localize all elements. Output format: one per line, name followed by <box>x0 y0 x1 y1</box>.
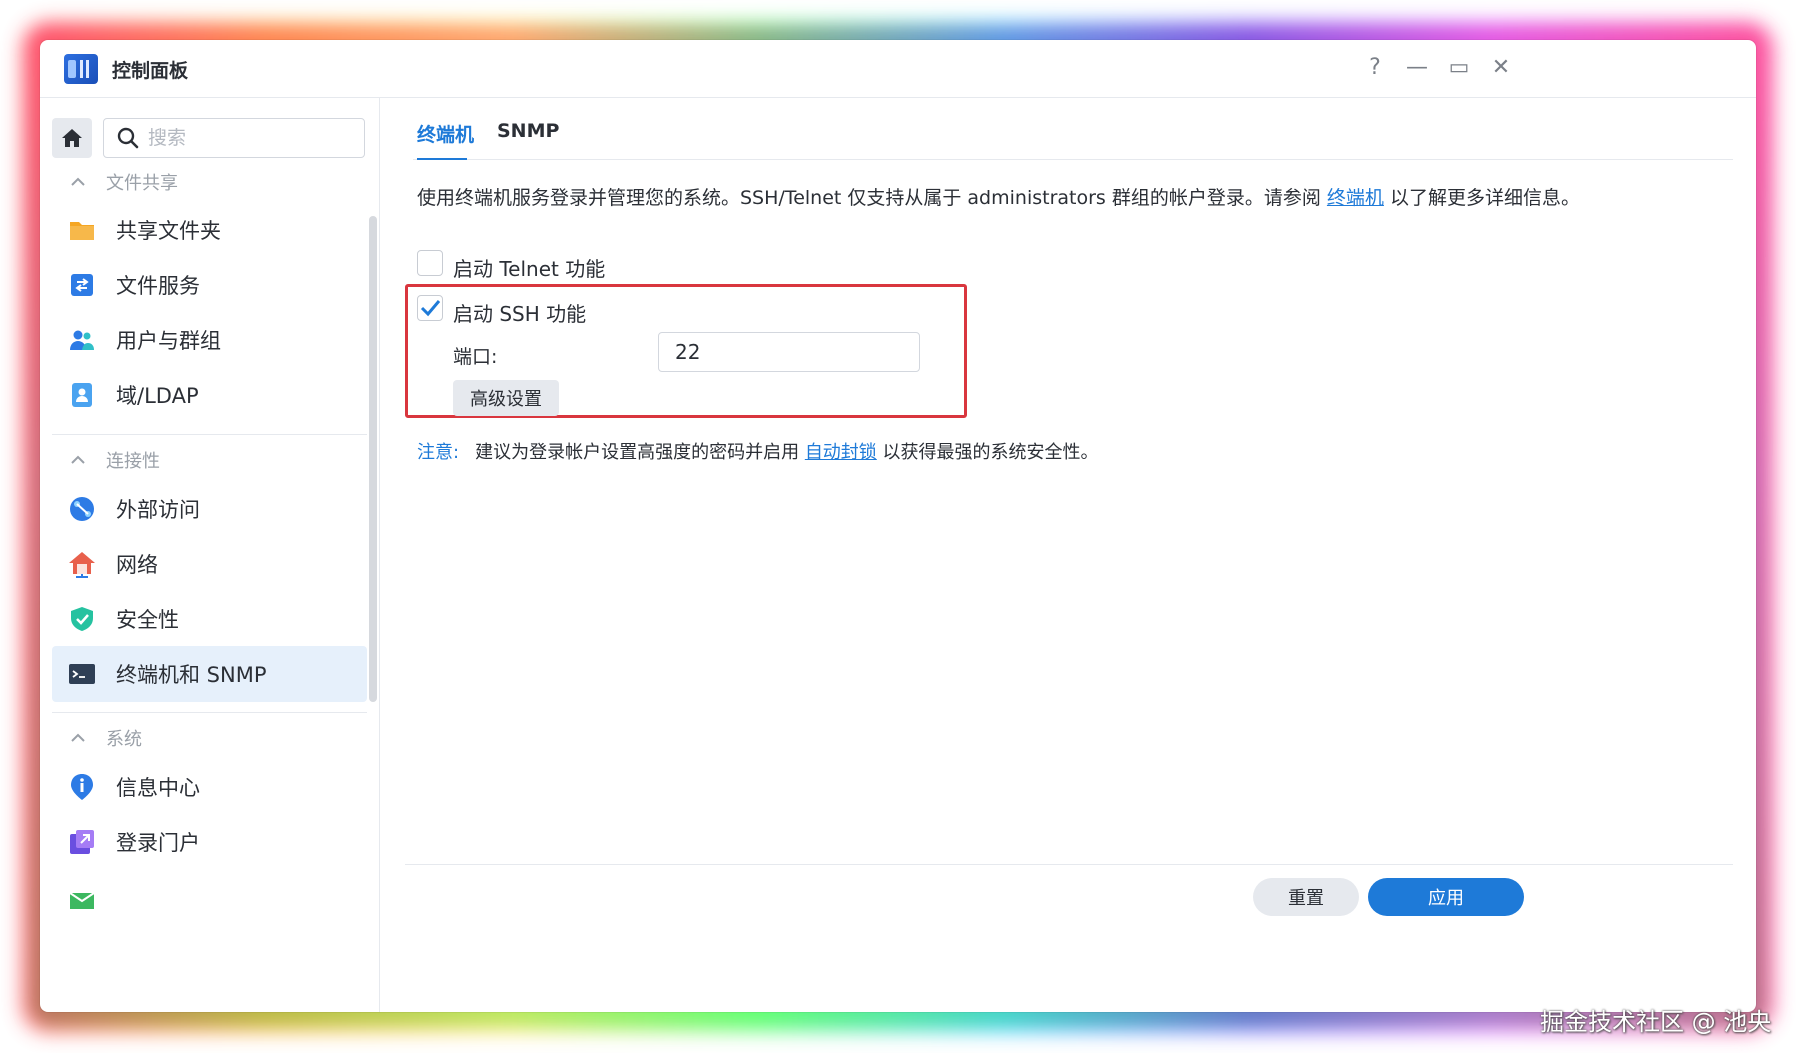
sidebar-item-info-center[interactable]: 信息中心 <box>52 759 367 815</box>
section-label: 文件共享 <box>106 173 178 194</box>
ssh-label: 启动 SSH 功能 <box>453 302 587 326</box>
description-suffix: 以了解更多详细信息。 <box>1383 187 1580 209</box>
section-divider <box>52 712 367 713</box>
tab-terminal[interactable]: 终端机 <box>417 120 474 147</box>
info-icon <box>71 774 93 800</box>
note-prefix: 建议为登录帐户设置高强度的密码并启用 <box>475 442 805 463</box>
sidebar: 文件共享 共享文件夹 文件服务 用户与群组 域/LDAP 连接性 外部访问 <box>40 98 380 1012</box>
section-header-file-sharing[interactable]: 文件共享 <box>70 168 178 196</box>
search-icon <box>117 127 139 149</box>
sidebar-item-label: 共享文件夹 <box>116 219 221 243</box>
titlebar: 控制面板 ? — ▭ ✕ <box>40 40 1756 98</box>
sidebar-item-file-services[interactable]: 文件服务 <box>52 257 367 313</box>
description-text: 使用终端机服务登录并管理您的系统。SSH/Telnet 仅支持从属于 admin… <box>417 183 1580 210</box>
telnet-checkbox[interactable] <box>417 250 443 276</box>
sidebar-item-shared-folder[interactable]: 共享文件夹 <box>52 202 367 258</box>
checkmark-icon <box>420 300 441 317</box>
sidebar-item-label: 安全性 <box>116 608 179 632</box>
apply-button[interactable]: 应用 <box>1368 878 1524 916</box>
section-label: 连接性 <box>106 451 160 472</box>
sidebar-scrollbar[interactable] <box>369 216 377 702</box>
close-icon[interactable]: ✕ <box>1485 52 1517 84</box>
search-field[interactable] <box>103 118 365 158</box>
home-button[interactable] <box>52 118 92 158</box>
external-access-icon <box>70 497 94 521</box>
section-header-system[interactable]: 系统 <box>70 724 142 752</box>
sidebar-item-label: 外部访问 <box>116 498 200 522</box>
tab-snmp[interactable]: SNMP <box>497 120 559 142</box>
description-prefix: 使用终端机服务登录并管理您的系统。SSH/Telnet 仅支持从属于 admin… <box>417 187 1327 209</box>
chevron-up-icon <box>71 177 85 186</box>
network-icon <box>69 552 95 578</box>
main-panel: 终端机 SNMP 使用终端机服务登录并管理您的系统。SSH/Telnet 仅支持… <box>381 98 1756 1012</box>
port-label: 端口: <box>453 346 498 368</box>
terminal-help-link[interactable]: 终端机 <box>1327 187 1384 209</box>
section-header-connectivity[interactable]: 连接性 <box>70 446 160 474</box>
sidebar-item-terminal-snmp[interactable]: 终端机和 SNMP <box>52 646 367 702</box>
home-icon <box>62 129 82 147</box>
ssh-checkbox[interactable] <box>417 295 443 321</box>
sidebar-item-label: 网络 <box>116 553 158 577</box>
chevron-up-icon <box>71 733 85 742</box>
folder-icon <box>70 222 94 240</box>
note-suffix: 以获得最强的系统安全性。 <box>876 442 1099 463</box>
footer-divider <box>405 864 1733 865</box>
sidebar-item-network[interactable]: 网络 <box>52 536 367 592</box>
users-icon <box>70 330 94 350</box>
watermark-text: 掘金技术社区 @ 池央 <box>1540 1008 1772 1036</box>
port-input[interactable] <box>658 332 920 372</box>
sidebar-item-label: 登录门户 <box>116 831 200 855</box>
advanced-settings-button[interactable]: 高级设置 <box>453 380 559 416</box>
auto-block-link[interactable]: 自动封锁 <box>805 442 877 463</box>
sidebar-item-users-groups[interactable]: 用户与群组 <box>52 312 367 368</box>
login-portal-icon <box>70 830 94 854</box>
sidebar-item-label: 域/LDAP <box>116 384 199 408</box>
active-tab-indicator <box>417 158 467 160</box>
sidebar-item-login-portal[interactable]: 登录门户 <box>52 814 367 870</box>
tab-bar: 终端机 SNMP <box>413 98 1733 160</box>
terminal-icon <box>69 664 95 684</box>
file-services-icon <box>71 274 93 296</box>
sidebar-item-partial[interactable] <box>52 869 367 925</box>
ldap-icon <box>72 383 92 407</box>
regional-options-icon <box>69 892 95 909</box>
sidebar-item-label: 用户与群组 <box>116 329 221 353</box>
sidebar-item-external-access[interactable]: 外部访问 <box>52 481 367 537</box>
security-note: 注意: 建议为登录帐户设置高强度的密码并启用 自动封锁 以获得最强的系统安全性。 <box>417 438 1099 464</box>
search-input[interactable] <box>148 127 348 149</box>
shield-icon <box>71 607 93 631</box>
sidebar-item-domain-ldap[interactable]: 域/LDAP <box>52 367 367 423</box>
sidebar-item-label: 文件服务 <box>116 274 200 298</box>
section-label: 系统 <box>106 729 142 750</box>
help-icon[interactable]: ? <box>1359 52 1391 84</box>
sidebar-item-label: 信息中心 <box>116 776 200 800</box>
sidebar-item-label: 终端机和 SNMP <box>116 663 267 687</box>
window-title: 控制面板 <box>112 60 189 82</box>
telnet-label: 启动 Telnet 功能 <box>453 257 606 281</box>
control-panel-app-icon <box>64 54 98 84</box>
maximize-icon[interactable]: ▭ <box>1443 52 1475 84</box>
chevron-up-icon <box>71 455 85 464</box>
sidebar-item-security[interactable]: 安全性 <box>52 591 367 647</box>
minimize-icon[interactable]: — <box>1401 52 1433 84</box>
reset-button[interactable]: 重置 <box>1253 878 1359 916</box>
control-panel-window: 控制面板 ? — ▭ ✕ 文件共享 共享文件夹 <box>40 40 1756 1012</box>
section-divider <box>52 434 367 435</box>
note-label: 注意: <box>417 442 460 463</box>
